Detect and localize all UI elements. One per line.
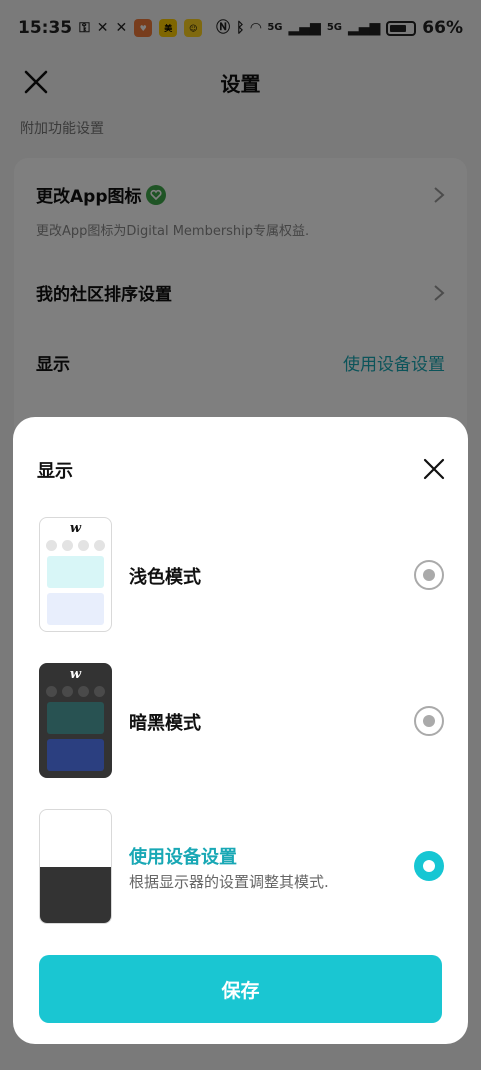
preview-dots [46,540,105,551]
preview-block [47,556,104,588]
app-logo-icon: w [69,667,82,682]
option-label: 暗黑模式 [129,713,201,734]
option-light-mode[interactable]: w 浅色模式 [39,517,444,633]
option-use-device-setting[interactable]: 使用设备设置 根据显示器的设置调整其模式. [39,809,444,925]
device-setting-preview [39,809,112,924]
radio-light-mode[interactable] [414,560,444,590]
light-mode-preview: w [39,517,112,632]
dark-mode-preview: w [39,663,112,778]
option-description: 根据显示器的设置调整其模式. [129,873,329,891]
sheet-title: 显示 [37,461,73,482]
preview-block [47,593,104,625]
preview-dark-half [40,867,111,923]
radio-dark-mode[interactable] [414,706,444,736]
option-dark-mode[interactable]: w 暗黑模式 [39,663,444,779]
preview-dots [46,686,105,697]
preview-block [47,702,104,734]
radio-use-device-setting[interactable] [414,851,444,881]
close-icon[interactable] [422,457,446,481]
option-label: 浅色模式 [129,567,201,588]
app-logo-icon: w [69,521,82,536]
option-label: 使用设备设置 [129,847,237,868]
save-button[interactable]: 保存 [39,955,442,1023]
display-bottom-sheet: 显示 w 浅色模式 w 暗黑模式 使用设备设置 根据显示器的设置调整其模式. 保… [13,417,468,1044]
preview-block [47,739,104,771]
